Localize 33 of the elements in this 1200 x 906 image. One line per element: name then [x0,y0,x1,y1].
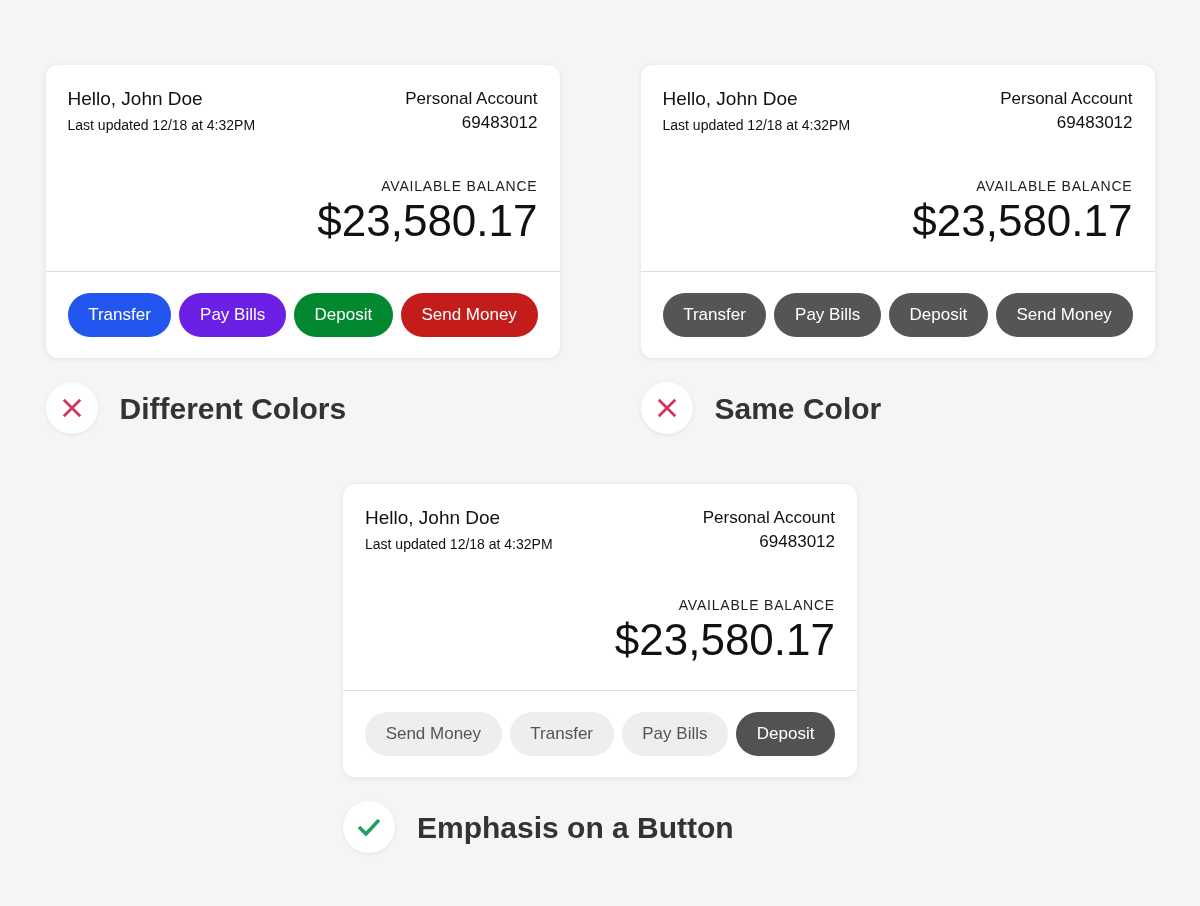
balance-label: AVAILABLE BALANCE [381,177,538,195]
balance-label: AVAILABLE BALANCE [976,177,1133,195]
action-button[interactable]: Send Money [365,712,502,756]
last-updated-text: Last updated 12/18 at 4:32PM [365,535,553,554]
account-number-text: 69483012 [461,112,538,134]
last-updated-text: Last updated 12/18 at 4:32PM [662,116,851,135]
balance-amount: $23,580.17 [317,195,538,247]
greeting-text: Hello, John Doe [662,87,799,111]
account-type-text: Personal Account [405,88,538,110]
action-button[interactable]: Deposit [293,293,393,337]
action-button[interactable]: Deposit [888,293,988,337]
last-updated-text: Last updated 12/18 at 4:32PM [67,116,256,135]
verdict-label: Emphasis on a Button [417,809,734,846]
greeting-text: Hello, John Doe [67,87,204,111]
verdict-label: Different Colors [119,390,347,427]
account-number-text: 69483012 [1056,112,1133,134]
account-type-text: Personal Account [1000,88,1133,110]
account-type-text: Personal Account [702,507,835,529]
verdict-label: Same Color [714,390,882,427]
balance-amount: $23,580.17 [614,614,835,666]
action-button[interactable]: Send Money [995,293,1133,337]
greeting-text: Hello, John Doe [365,506,502,530]
balance-label: AVAILABLE BALANCE [678,596,835,614]
action-button[interactable]: Pay Bills [774,293,881,337]
action-button[interactable]: Transfer [509,712,614,756]
action-button[interactable]: Deposit [736,712,835,756]
action-button[interactable]: Pay Bills [179,293,286,337]
action-button[interactable]: Transfer [67,293,172,337]
account-number-text: 69483012 [759,531,835,553]
action-button[interactable]: Pay Bills [621,712,729,756]
action-button[interactable]: Send Money [400,293,538,337]
balance-amount: $23,580.17 [912,195,1133,247]
action-button[interactable]: Transfer [662,293,767,337]
